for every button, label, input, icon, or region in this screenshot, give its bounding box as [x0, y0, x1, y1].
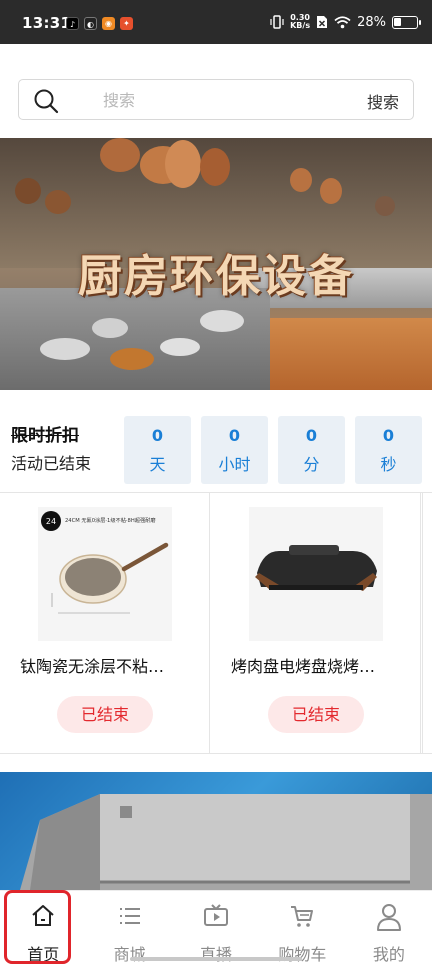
no-sim-icon: [317, 16, 328, 28]
banner-decoration: [40, 338, 90, 360]
nav-home[interactable]: 首页: [0, 891, 86, 964]
list-icon: [119, 908, 140, 924]
banner-decoration: [200, 148, 230, 186]
vibrate-icon: [270, 15, 284, 29]
banner-decoration: [100, 138, 140, 172]
search-bar[interactable]: 搜索: [18, 79, 414, 120]
banner-decoration: [290, 168, 312, 192]
app-notification-icon: ◉: [102, 17, 115, 30]
flash-sale-section: 限时折扣 活动已结束 0 天 0 小时 0 分 0 秒: [0, 405, 432, 484]
battery-icon: [392, 15, 421, 29]
countdown-value: 0: [228, 426, 241, 445]
countdown-value: 0: [305, 426, 318, 445]
hero-banner[interactable]: 厨房环保设备: [0, 138, 432, 390]
nav-mall[interactable]: 商城: [86, 891, 172, 964]
home-indicator[interactable]: [130, 957, 302, 961]
network-speed: 0.30 KB/s: [290, 14, 310, 30]
countdown-days: 0 天: [124, 416, 191, 484]
bottom-nav: 首页 商城 直播 购物车 我的: [0, 890, 432, 964]
countdown-unit: 小时: [218, 455, 251, 474]
banner-decoration: [165, 140, 201, 188]
banner-decoration: [92, 318, 128, 338]
flash-sale-title: 限时折扣: [11, 426, 79, 446]
banner-decoration: [160, 338, 200, 356]
product-name[interactable]: 钛陶瓷无涂层不粘…: [20, 653, 194, 677]
svg-text:24: 24: [46, 517, 56, 526]
flash-sale-products[interactable]: 24 24CM 无氟0涂层·1级不粘·8H超强耐磨 钛陶瓷无涂层不粘… 已结束 …: [0, 492, 432, 754]
product-image-caption: 24CM 无氟0涂层·1级不粘·8H超强耐磨: [65, 516, 156, 524]
banner-decoration: [320, 178, 342, 204]
banner-decoration: [200, 310, 244, 332]
product-ended-button[interactable]: 已结束: [268, 696, 364, 733]
countdown-unit: 天: [149, 455, 166, 474]
product-card[interactable]: [422, 493, 432, 753]
nav-home-label: 首页: [27, 945, 60, 964]
app-notification-icon: ✦: [120, 17, 133, 30]
search-input[interactable]: [103, 90, 343, 110]
countdown-unit: 分: [303, 455, 320, 474]
status-bar: 13:31 ♪ ◐ ◉ ✦ 0.30 KB/s 28%: [0, 0, 432, 44]
search-button[interactable]: 搜索: [367, 89, 399, 113]
countdown-seconds: 0 秒: [355, 416, 422, 484]
promo-banner[interactable]: [0, 772, 432, 890]
product-name[interactable]: 烤肉盘电烤盘烧烤…: [231, 653, 405, 677]
banner-decoration: [45, 190, 71, 214]
banner-decoration: [375, 196, 395, 216]
nav-live[interactable]: 直播: [173, 891, 259, 964]
app-notification-icon: ◐: [84, 17, 97, 30]
network-speed-unit: KB/s: [290, 21, 311, 30]
notification-icons: ♪ ◐ ◉ ✦: [66, 17, 133, 30]
product-image: 24 24CM 无氟0涂层·1级不粘·8H超强耐磨: [38, 507, 172, 641]
tiktok-icon: ♪: [66, 17, 79, 30]
countdown-value: 0: [382, 426, 395, 445]
product-image: [249, 507, 383, 641]
user-icon: [376, 904, 401, 931]
countdown-hours: 0 小时: [201, 416, 268, 484]
product-card[interactable]: 烤肉盘电烤盘烧烤… 已结束: [211, 493, 421, 753]
product-ended-button[interactable]: 已结束: [57, 696, 153, 733]
status-right: 0.30 KB/s 28%: [270, 14, 421, 30]
range-hood-image: [20, 794, 432, 890]
banner-decoration: [15, 178, 41, 204]
product-card[interactable]: 24 24CM 无氟0涂层·1级不粘·8H超强耐磨 钛陶瓷无涂层不粘… 已结束: [0, 493, 210, 753]
wifi-icon: [334, 15, 351, 28]
cart-icon: [291, 906, 314, 927]
countdown-value: 0: [151, 426, 164, 445]
search-icon: [34, 89, 59, 114]
banner-decoration: [270, 318, 432, 390]
flash-sale-status: 活动已结束: [11, 454, 92, 473]
banner-title: 厨房环保设备: [78, 251, 354, 302]
tv-icon: [204, 904, 229, 926]
countdown-unit: 秒: [380, 455, 397, 474]
battery-percent: 28%: [357, 14, 386, 30]
home-icon: [32, 905, 54, 926]
nav-cart[interactable]: 购物车: [259, 891, 345, 964]
status-time: 13:31: [22, 14, 72, 32]
nav-profile-label: 我的: [372, 945, 405, 964]
banner-decoration: [110, 348, 154, 370]
countdown-minutes: 0 分: [278, 416, 345, 484]
nav-profile[interactable]: 我的: [346, 891, 432, 964]
